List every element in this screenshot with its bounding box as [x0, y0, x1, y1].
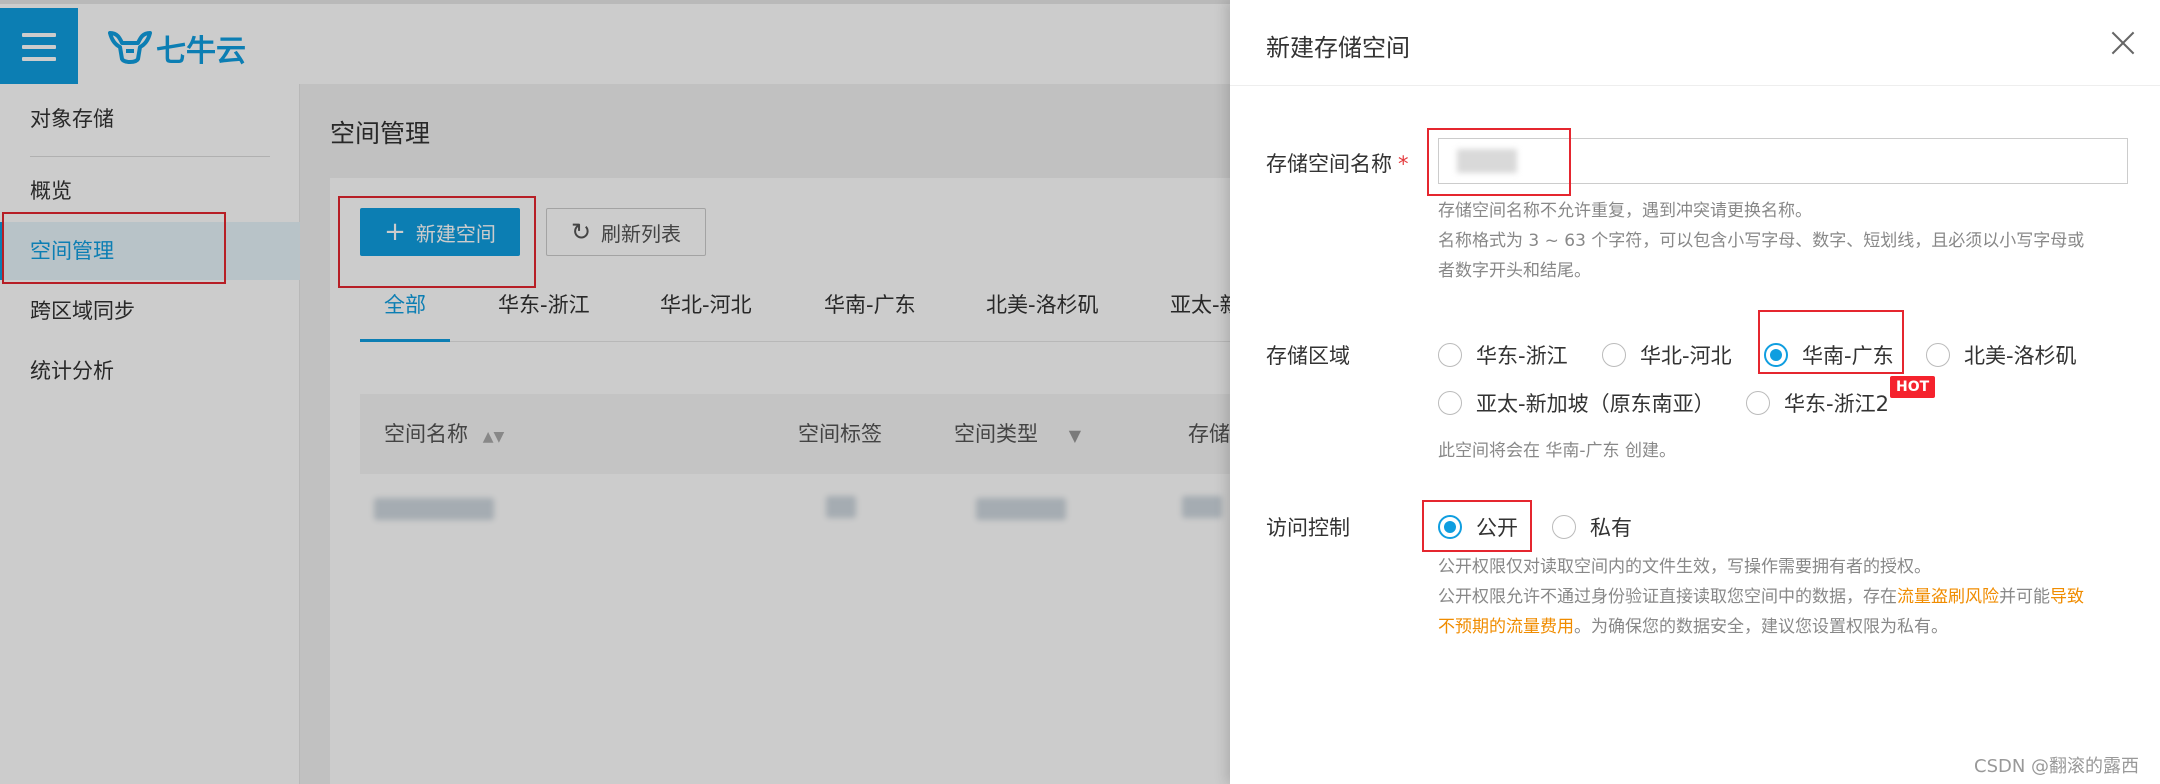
access-hint-line-3: 不预期的流量费用。为确保您的数据安全，建议您设置权限为私有。 — [1438, 612, 2138, 642]
radio-icon — [1552, 515, 1576, 539]
region-option-na-los-angeles[interactable]: 北美-洛杉矶 — [1926, 340, 2077, 370]
app-root: 七牛云 对象存储 概览 空间管理 跨区域同步 统计分析 空间管理 + 新建空间 … — [0, 0, 2160, 784]
bucket-name-hint-line-1: 存储空间名称不允许重复，遇到冲突请更换名称。 — [1438, 201, 1812, 221]
bucket-name-label-text: 存储空间名称 — [1266, 152, 1392, 176]
highlight-bucket-name — [1427, 128, 1571, 196]
traffic-theft-risk-link[interactable]: 流量盗刷风险 — [1897, 587, 1999, 607]
region-label: 存储区域 — [1266, 344, 1350, 368]
drawer-title: 新建存储空间 — [1266, 34, 1410, 62]
bucket-name-hint: 存储空间名称不允许重复，遇到冲突请更换名称。 名称格式为 3 ~ 63 个字符，… — [1438, 196, 2084, 286]
region-option-east-zhejiang-2[interactable]: 华东-浙江2 — [1746, 388, 1889, 418]
radio-icon — [1438, 343, 1462, 367]
close-icon[interactable] — [2110, 30, 2136, 56]
unexpected-cost-link[interactable]: 导致 — [2050, 587, 2084, 607]
access-hint-line-2: 公开权限允许不通过身份验证直接读取您空间中的数据，存在流量盗刷风险并可能导致 — [1438, 582, 2138, 612]
bucket-name-hint-line-3: 者数字开头和结尾。 — [1438, 261, 1591, 281]
region-option-east-zhejiang[interactable]: 华东-浙江 — [1438, 340, 1568, 370]
radio-icon — [1746, 391, 1770, 415]
watermark: CSDN @翻滚的露西 — [1974, 756, 2140, 777]
access-hint-text: 。为确保您的数据安全，建议您设置权限为私有。 — [1574, 617, 1948, 637]
region-option-label: 华北-河北 — [1640, 344, 1732, 368]
access-hint: 公开权限仅对读取空间内的文件生效，写操作需要拥有者的授权。 公开权限允许不通过身… — [1438, 552, 2138, 642]
hot-badge: HOT — [1890, 376, 1936, 398]
region-option-label: 亚太-新加坡（原东南亚） — [1476, 392, 1715, 416]
access-hint-text: 并可能 — [1999, 587, 2050, 607]
region-option-label: 华东-浙江 — [1476, 344, 1568, 368]
region-option-ap-singapore[interactable]: 亚太-新加坡（原东南亚） — [1438, 388, 1715, 418]
highlight-south-guangdong — [1758, 310, 1904, 374]
unexpected-cost-link-cont[interactable]: 不预期的流量费用 — [1438, 617, 1574, 637]
access-option-label: 私有 — [1590, 516, 1632, 540]
region-hint: 此空间将会在 华南-广东 创建。 — [1438, 441, 1676, 461]
modal-overlay[interactable] — [0, 0, 1230, 784]
radio-icon — [1438, 391, 1462, 415]
access-option-private[interactable]: 私有 — [1552, 512, 1632, 542]
create-bucket-drawer: 新建存储空间 存储空间名称 * 存储空间名称不允许重复，遇到冲突请更换名称。 名称… — [1230, 0, 2160, 784]
access-control-label: 访问控制 — [1266, 516, 1350, 540]
bucket-name-hint-line-2: 名称格式为 3 ~ 63 个字符，可以包含小写字母、数字、短划线，且必须以小写字… — [1438, 231, 2085, 251]
access-hint-line-1: 公开权限仅对读取空间内的文件生效，写操作需要拥有者的授权。 — [1438, 557, 1931, 577]
radio-icon — [1926, 343, 1950, 367]
region-option-label: 华东-浙江2 — [1784, 392, 1889, 416]
region-option-label: 北美-洛杉矶 — [1964, 344, 2077, 368]
region-option-north-hebei[interactable]: 华北-河北 — [1602, 340, 1732, 370]
bucket-name-label: 存储空间名称 * — [1266, 148, 1409, 178]
highlight-public-access — [1422, 500, 1532, 552]
radio-icon — [1602, 343, 1626, 367]
required-mark: * — [1398, 152, 1409, 176]
access-hint-text: 公开权限允许不通过身份验证直接读取您空间中的数据，存在 — [1438, 587, 1897, 607]
drawer-header: 新建存储空间 — [1230, 0, 2160, 86]
